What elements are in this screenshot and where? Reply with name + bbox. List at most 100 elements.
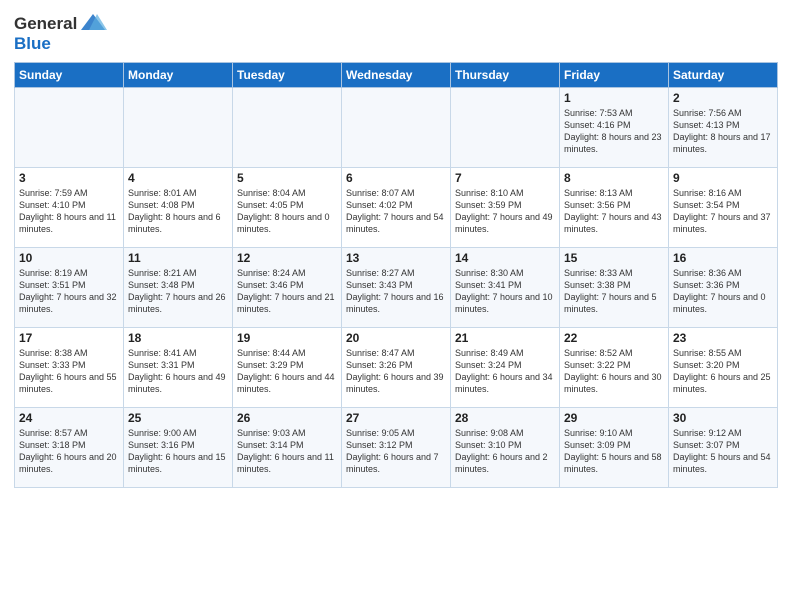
day-number: 25 <box>128 411 228 425</box>
calendar-cell: 25 Sunrise: 9:00 AM Sunset: 3:16 PM Dayli… <box>124 408 233 488</box>
calendar-header: SundayMondayTuesdayWednesdayThursdayFrid… <box>15 63 778 88</box>
day-info: Sunrise: 8:36 AM Sunset: 3:36 PM Dayligh… <box>673 267 773 316</box>
weekday-header-tuesday: Tuesday <box>233 63 342 88</box>
calendar-cell: 11 Sunrise: 8:21 AM Sunset: 3:48 PM Dayli… <box>124 248 233 328</box>
calendar-cell: 2 Sunrise: 7:56 AM Sunset: 4:13 PM Daylig… <box>669 88 778 168</box>
day-number: 12 <box>237 251 337 265</box>
logo-blue-text: Blue <box>14 34 51 54</box>
day-info: Sunrise: 8:52 AM Sunset: 3:22 PM Dayligh… <box>564 347 664 396</box>
day-number: 3 <box>19 171 119 185</box>
weekday-header-sunday: Sunday <box>15 63 124 88</box>
day-info: Sunrise: 8:04 AM Sunset: 4:05 PM Dayligh… <box>237 187 337 236</box>
calendar-cell <box>451 88 560 168</box>
day-info: Sunrise: 9:12 AM Sunset: 3:07 PM Dayligh… <box>673 427 773 476</box>
day-info: Sunrise: 8:10 AM Sunset: 3:59 PM Dayligh… <box>455 187 555 236</box>
calendar-cell: 22 Sunrise: 8:52 AM Sunset: 3:22 PM Dayli… <box>560 328 669 408</box>
calendar-cell: 14 Sunrise: 8:30 AM Sunset: 3:41 PM Dayli… <box>451 248 560 328</box>
calendar-cell: 23Sunrise: 8:55 AM Sunset: 3:20 PM Dayli… <box>669 328 778 408</box>
calendar-cell: 6Sunrise: 8:07 AM Sunset: 4:02 PM Daylig… <box>342 168 451 248</box>
calendar-cell <box>15 88 124 168</box>
day-number: 13 <box>346 251 446 265</box>
calendar-cell <box>124 88 233 168</box>
calendar-week-1: 1 Sunrise: 7:53 AM Sunset: 4:16 PM Daylig… <box>15 88 778 168</box>
logo-icon <box>79 10 107 38</box>
calendar-cell: 20Sunrise: 8:47 AM Sunset: 3:26 PM Dayli… <box>342 328 451 408</box>
calendar-cell: 16 Sunrise: 8:36 AM Sunset: 3:36 PM Dayli… <box>669 248 778 328</box>
calendar-cell: 26Sunrise: 9:03 AM Sunset: 3:14 PM Dayli… <box>233 408 342 488</box>
calendar-cell: 27 Sunrise: 9:05 AM Sunset: 3:12 PM Dayli… <box>342 408 451 488</box>
calendar-cell: 30Sunrise: 9:12 AM Sunset: 3:07 PM Dayli… <box>669 408 778 488</box>
day-number: 29 <box>564 411 664 425</box>
logo: General Blue <box>14 10 107 54</box>
day-info: Sunrise: 8:19 AM Sunset: 3:51 PM Dayligh… <box>19 267 119 316</box>
day-number: 1 <box>564 91 664 105</box>
day-info: Sunrise: 8:16 AM Sunset: 3:54 PM Dayligh… <box>673 187 773 236</box>
calendar-cell: 12 Sunrise: 8:24 AM Sunset: 3:46 PM Dayli… <box>233 248 342 328</box>
day-info: Sunrise: 9:10 AM Sunset: 3:09 PM Dayligh… <box>564 427 664 476</box>
page-header: General Blue <box>14 10 778 54</box>
calendar-cell: 18Sunrise: 8:41 AM Sunset: 3:31 PM Dayli… <box>124 328 233 408</box>
day-info: Sunrise: 7:53 AM Sunset: 4:16 PM Dayligh… <box>564 107 664 156</box>
day-number: 4 <box>128 171 228 185</box>
day-info: Sunrise: 8:44 AM Sunset: 3:29 PM Dayligh… <box>237 347 337 396</box>
day-number: 22 <box>564 331 664 345</box>
day-info: Sunrise: 7:59 AM Sunset: 4:10 PM Dayligh… <box>19 187 119 236</box>
day-info: Sunrise: 7:56 AM Sunset: 4:13 PM Dayligh… <box>673 107 773 156</box>
calendar-cell <box>342 88 451 168</box>
weekday-header-thursday: Thursday <box>451 63 560 88</box>
calendar-cell: 3 Sunrise: 7:59 AM Sunset: 4:10 PM Daylig… <box>15 168 124 248</box>
day-number: 8 <box>564 171 664 185</box>
calendar-table: SundayMondayTuesdayWednesdayThursdayFrid… <box>14 62 778 488</box>
day-info: Sunrise: 8:41 AM Sunset: 3:31 PM Dayligh… <box>128 347 228 396</box>
calendar-cell: 21Sunrise: 8:49 AM Sunset: 3:24 PM Dayli… <box>451 328 560 408</box>
day-number: 24 <box>19 411 119 425</box>
day-info: Sunrise: 8:33 AM Sunset: 3:38 PM Dayligh… <box>564 267 664 316</box>
calendar-week-4: 17Sunrise: 8:38 AM Sunset: 3:33 PM Dayli… <box>15 328 778 408</box>
day-info: Sunrise: 8:13 AM Sunset: 3:56 PM Dayligh… <box>564 187 664 236</box>
weekday-header-row: SundayMondayTuesdayWednesdayThursdayFrid… <box>15 63 778 88</box>
calendar-cell: 19 Sunrise: 8:44 AM Sunset: 3:29 PM Dayli… <box>233 328 342 408</box>
day-info: Sunrise: 8:49 AM Sunset: 3:24 PM Dayligh… <box>455 347 555 396</box>
calendar-cell: 15 Sunrise: 8:33 AM Sunset: 3:38 PM Dayli… <box>560 248 669 328</box>
day-info: Sunrise: 9:00 AM Sunset: 3:16 PM Dayligh… <box>128 427 228 476</box>
calendar-week-2: 3 Sunrise: 7:59 AM Sunset: 4:10 PM Daylig… <box>15 168 778 248</box>
calendar-cell: 8 Sunrise: 8:13 AM Sunset: 3:56 PM Daylig… <box>560 168 669 248</box>
day-info: Sunrise: 8:24 AM Sunset: 3:46 PM Dayligh… <box>237 267 337 316</box>
day-number: 26 <box>237 411 337 425</box>
day-info: Sunrise: 8:57 AM Sunset: 3:18 PM Dayligh… <box>19 427 119 476</box>
day-number: 14 <box>455 251 555 265</box>
calendar-week-3: 10 Sunrise: 8:19 AM Sunset: 3:51 PM Dayli… <box>15 248 778 328</box>
day-info: Sunrise: 8:38 AM Sunset: 3:33 PM Dayligh… <box>19 347 119 396</box>
weekday-header-friday: Friday <box>560 63 669 88</box>
day-number: 6 <box>346 171 446 185</box>
day-info: Sunrise: 9:08 AM Sunset: 3:10 PM Dayligh… <box>455 427 555 476</box>
day-number: 16 <box>673 251 773 265</box>
day-number: 19 <box>237 331 337 345</box>
day-number: 9 <box>673 171 773 185</box>
calendar-cell: 24 Sunrise: 8:57 AM Sunset: 3:18 PM Dayli… <box>15 408 124 488</box>
day-number: 2 <box>673 91 773 105</box>
weekday-header-monday: Monday <box>124 63 233 88</box>
calendar-body: 1 Sunrise: 7:53 AM Sunset: 4:16 PM Daylig… <box>15 88 778 488</box>
calendar-cell: 1 Sunrise: 7:53 AM Sunset: 4:16 PM Daylig… <box>560 88 669 168</box>
calendar-cell: 17Sunrise: 8:38 AM Sunset: 3:33 PM Dayli… <box>15 328 124 408</box>
day-number: 5 <box>237 171 337 185</box>
calendar-cell: 29 Sunrise: 9:10 AM Sunset: 3:09 PM Dayli… <box>560 408 669 488</box>
day-number: 7 <box>455 171 555 185</box>
day-info: Sunrise: 9:05 AM Sunset: 3:12 PM Dayligh… <box>346 427 446 476</box>
day-info: Sunrise: 8:30 AM Sunset: 3:41 PM Dayligh… <box>455 267 555 316</box>
calendar-week-5: 24 Sunrise: 8:57 AM Sunset: 3:18 PM Dayli… <box>15 408 778 488</box>
calendar-cell: 28 Sunrise: 9:08 AM Sunset: 3:10 PM Dayli… <box>451 408 560 488</box>
day-number: 11 <box>128 251 228 265</box>
calendar-cell <box>233 88 342 168</box>
day-number: 10 <box>19 251 119 265</box>
day-info: Sunrise: 8:21 AM Sunset: 3:48 PM Dayligh… <box>128 267 228 316</box>
day-number: 27 <box>346 411 446 425</box>
calendar-cell: 10 Sunrise: 8:19 AM Sunset: 3:51 PM Dayli… <box>15 248 124 328</box>
calendar-cell: 5 Sunrise: 8:04 AM Sunset: 4:05 PM Daylig… <box>233 168 342 248</box>
day-number: 28 <box>455 411 555 425</box>
logo-general-text: General <box>14 14 77 34</box>
day-info: Sunrise: 8:01 AM Sunset: 4:08 PM Dayligh… <box>128 187 228 236</box>
day-info: Sunrise: 8:47 AM Sunset: 3:26 PM Dayligh… <box>346 347 446 396</box>
day-number: 15 <box>564 251 664 265</box>
